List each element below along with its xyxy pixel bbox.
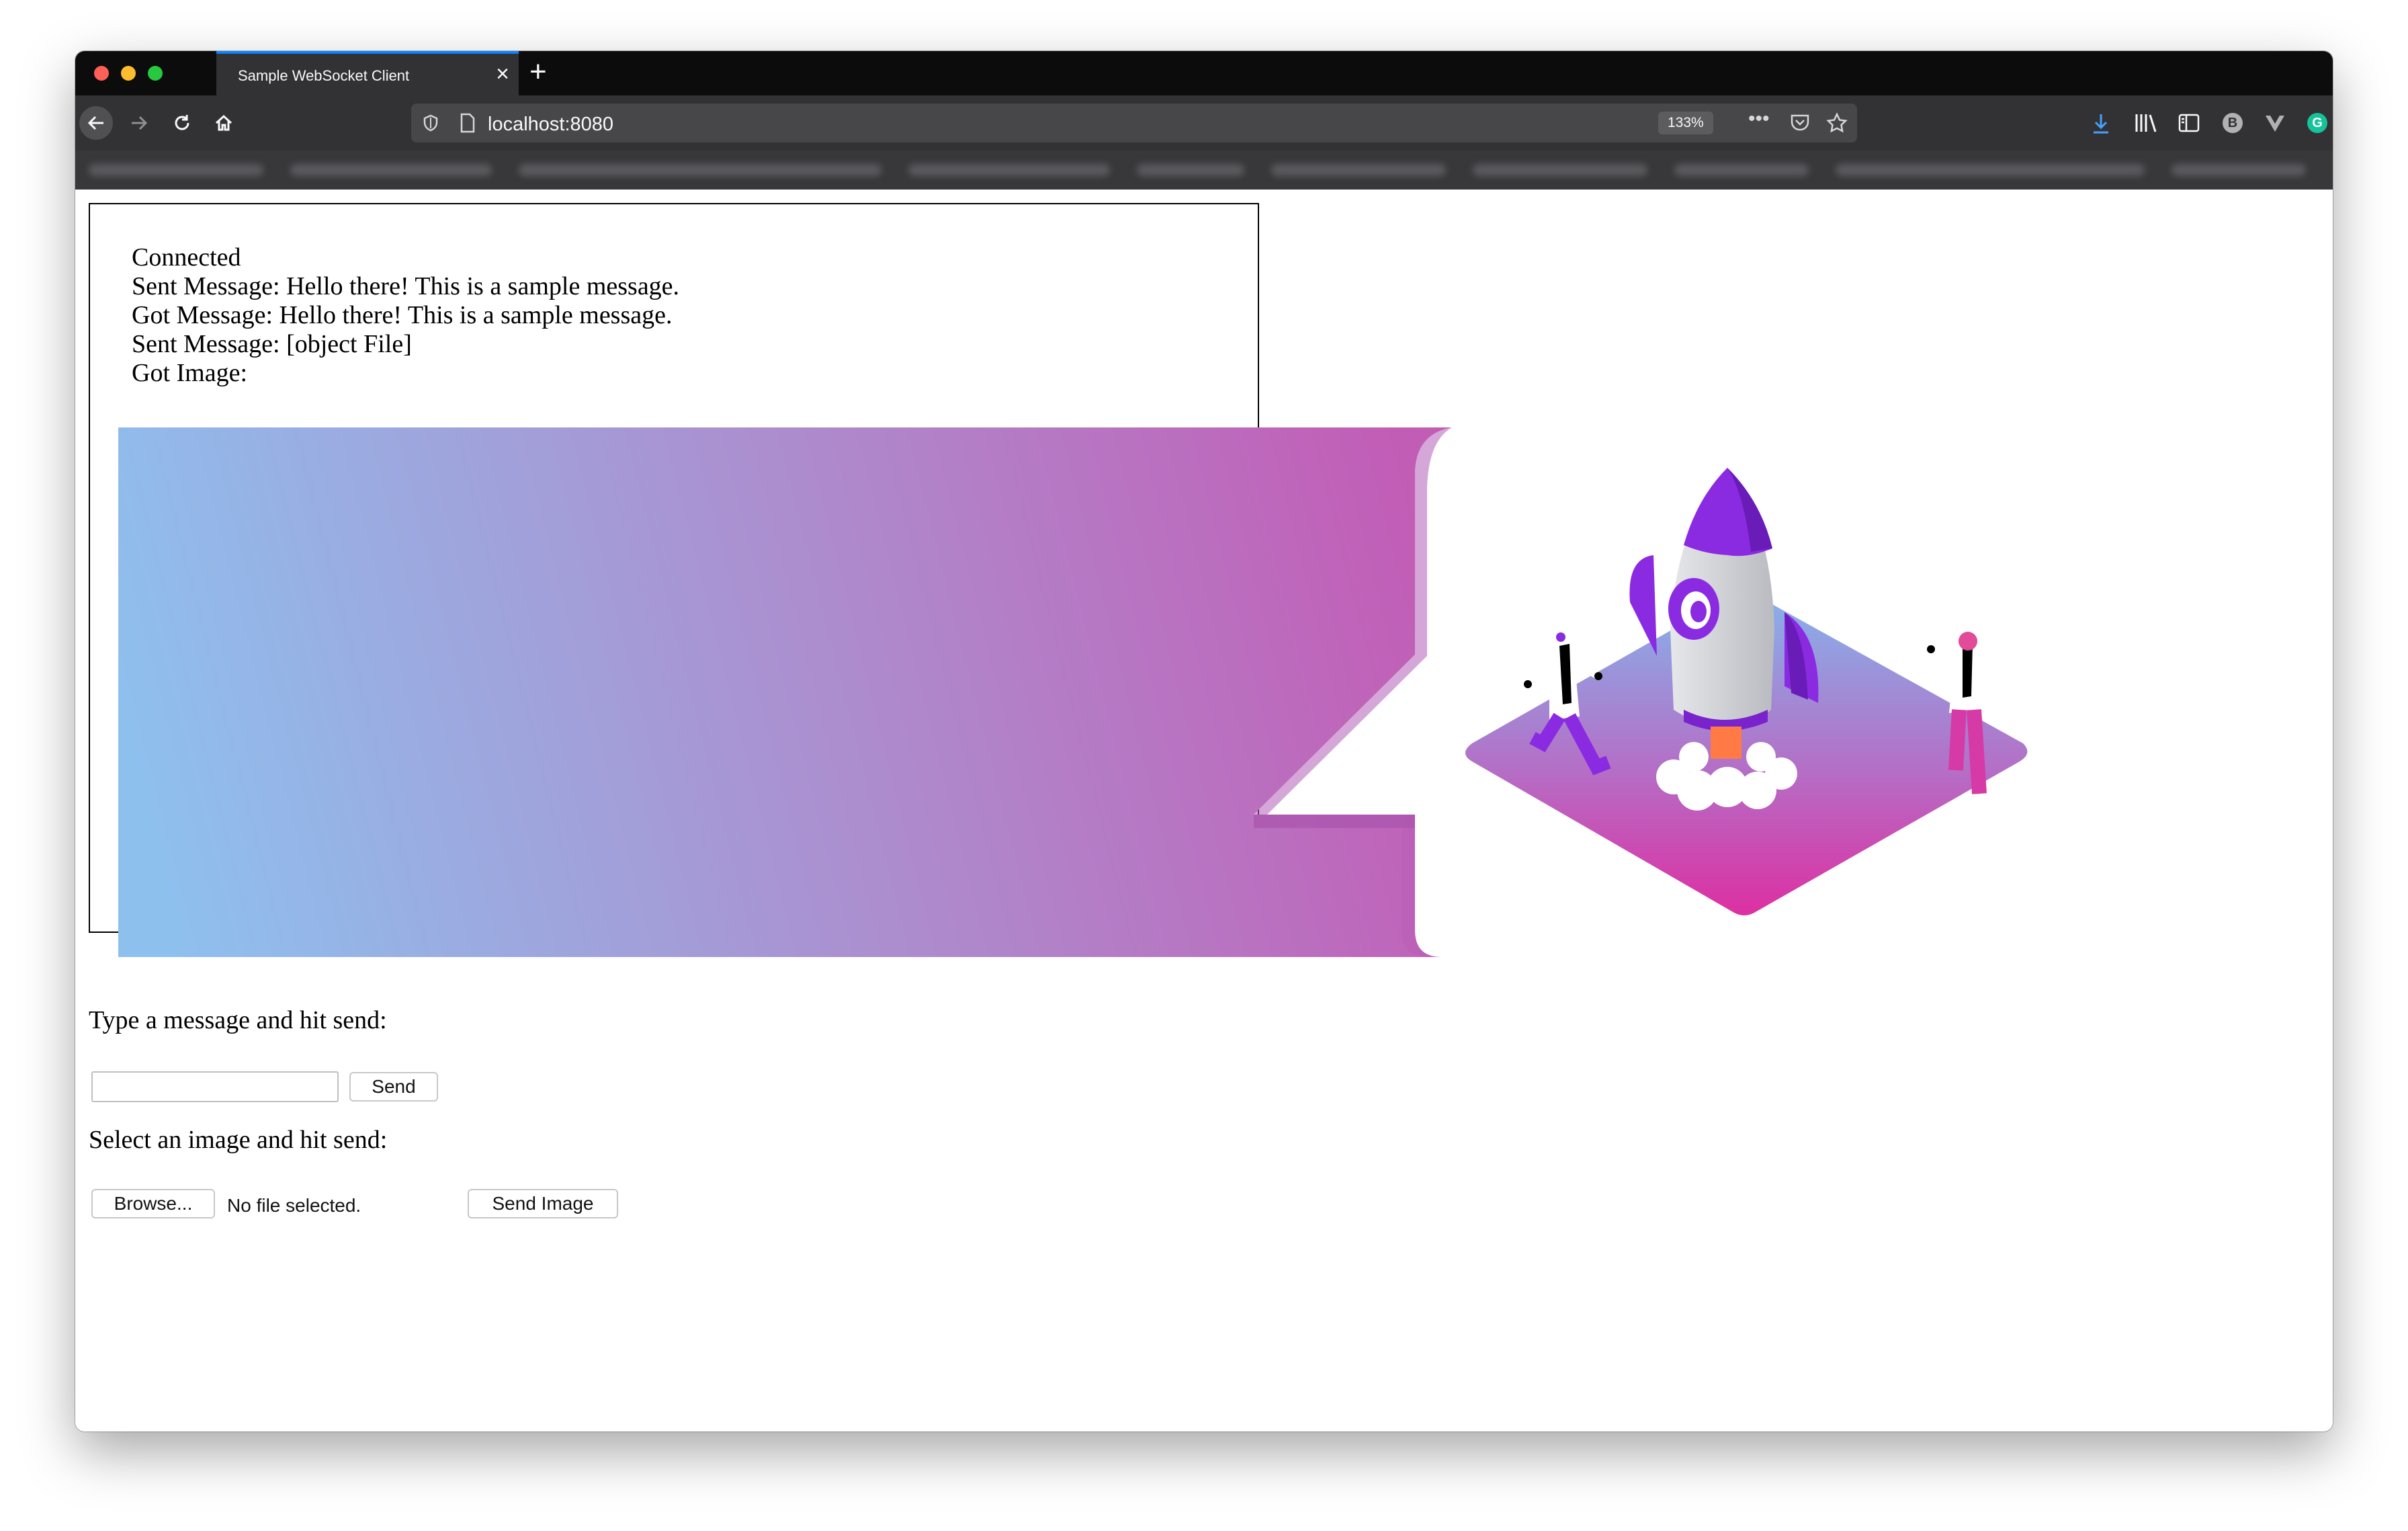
image-form-label: Select an image and hit send: (89, 1126, 388, 1154)
bookmark-item[interactable] (89, 164, 263, 176)
log-line: Sent Message: [object File] (132, 330, 412, 358)
log-line: Got Message: Hello there! This is a samp… (132, 301, 673, 329)
library-icon[interactable] (2134, 113, 2158, 133)
page-icon (460, 113, 475, 133)
star-icon[interactable] (1826, 112, 1848, 134)
nav-toolbar: localhost:8080 133% ••• B G ↑ (75, 95, 2333, 151)
close-window-button[interactable] (94, 66, 109, 81)
browser-window: Sample WebSocket Client × + localhost:80… (75, 51, 2333, 1432)
log-lines: Connected Sent Message: Hello there! Thi… (132, 243, 679, 388)
log-line: Connected (132, 243, 241, 272)
browse-button[interactable]: Browse... (91, 1189, 215, 1218)
shield-icon[interactable] (422, 114, 439, 132)
send-button[interactable]: Send (349, 1072, 438, 1102)
home-icon[interactable] (207, 106, 241, 140)
tab-strip: Sample WebSocket Client × + (75, 51, 2333, 95)
maximize-window-button[interactable] (148, 66, 163, 81)
bookmark-item[interactable] (1836, 164, 2145, 176)
bookmark-item[interactable] (519, 164, 882, 176)
minimize-window-button[interactable] (121, 66, 136, 81)
tab-title: Sample WebSocket Client (238, 67, 410, 84)
bookmark-item[interactable] (1674, 164, 1809, 176)
received-image (118, 427, 2028, 957)
reload-icon[interactable] (165, 106, 199, 140)
log-line: Got Image: (132, 359, 248, 387)
file-status-text: No file selected. (227, 1195, 361, 1216)
back-icon[interactable] (79, 106, 113, 140)
sidebar-icon[interactable] (2178, 113, 2200, 133)
address-bar[interactable]: localhost:8080 133% ••• (411, 104, 1857, 142)
message-form-label: Type a message and hit send: (89, 1006, 387, 1034)
pocket-icon[interactable] (1790, 114, 1810, 132)
page-content: Connected Sent Message: Hello there! Thi… (75, 190, 2333, 1432)
extension-v-icon[interactable] (2264, 114, 2286, 133)
download-icon[interactable] (2091, 113, 2111, 134)
grammarly-icon[interactable]: G (2307, 113, 2327, 133)
extension-b-icon[interactable]: B (2223, 113, 2243, 133)
bookmarks-toolbar (75, 151, 2333, 190)
log-line: Sent Message: Hello there! This is a sam… (132, 272, 680, 300)
url-text[interactable]: localhost:8080 (488, 114, 613, 136)
zoom-level-badge[interactable]: 133% (1658, 112, 1713, 134)
bookmark-item[interactable] (1271, 164, 1446, 176)
bookmark-item[interactable] (1137, 164, 1244, 176)
bookmark-item[interactable] (290, 164, 492, 176)
send-image-button[interactable]: Send Image (468, 1189, 618, 1218)
close-icon[interactable]: × (496, 60, 509, 87)
bookmark-item[interactable] (908, 164, 1110, 176)
new-tab-icon[interactable]: + (529, 55, 547, 89)
forward-icon[interactable] (122, 106, 156, 140)
bookmark-item[interactable] (2172, 164, 2306, 176)
message-input[interactable] (91, 1071, 339, 1102)
tab-active[interactable]: Sample WebSocket Client × (216, 51, 519, 95)
bookmark-item[interactable] (1473, 164, 1647, 176)
more-actions-icon[interactable]: ••• (1748, 108, 1770, 130)
